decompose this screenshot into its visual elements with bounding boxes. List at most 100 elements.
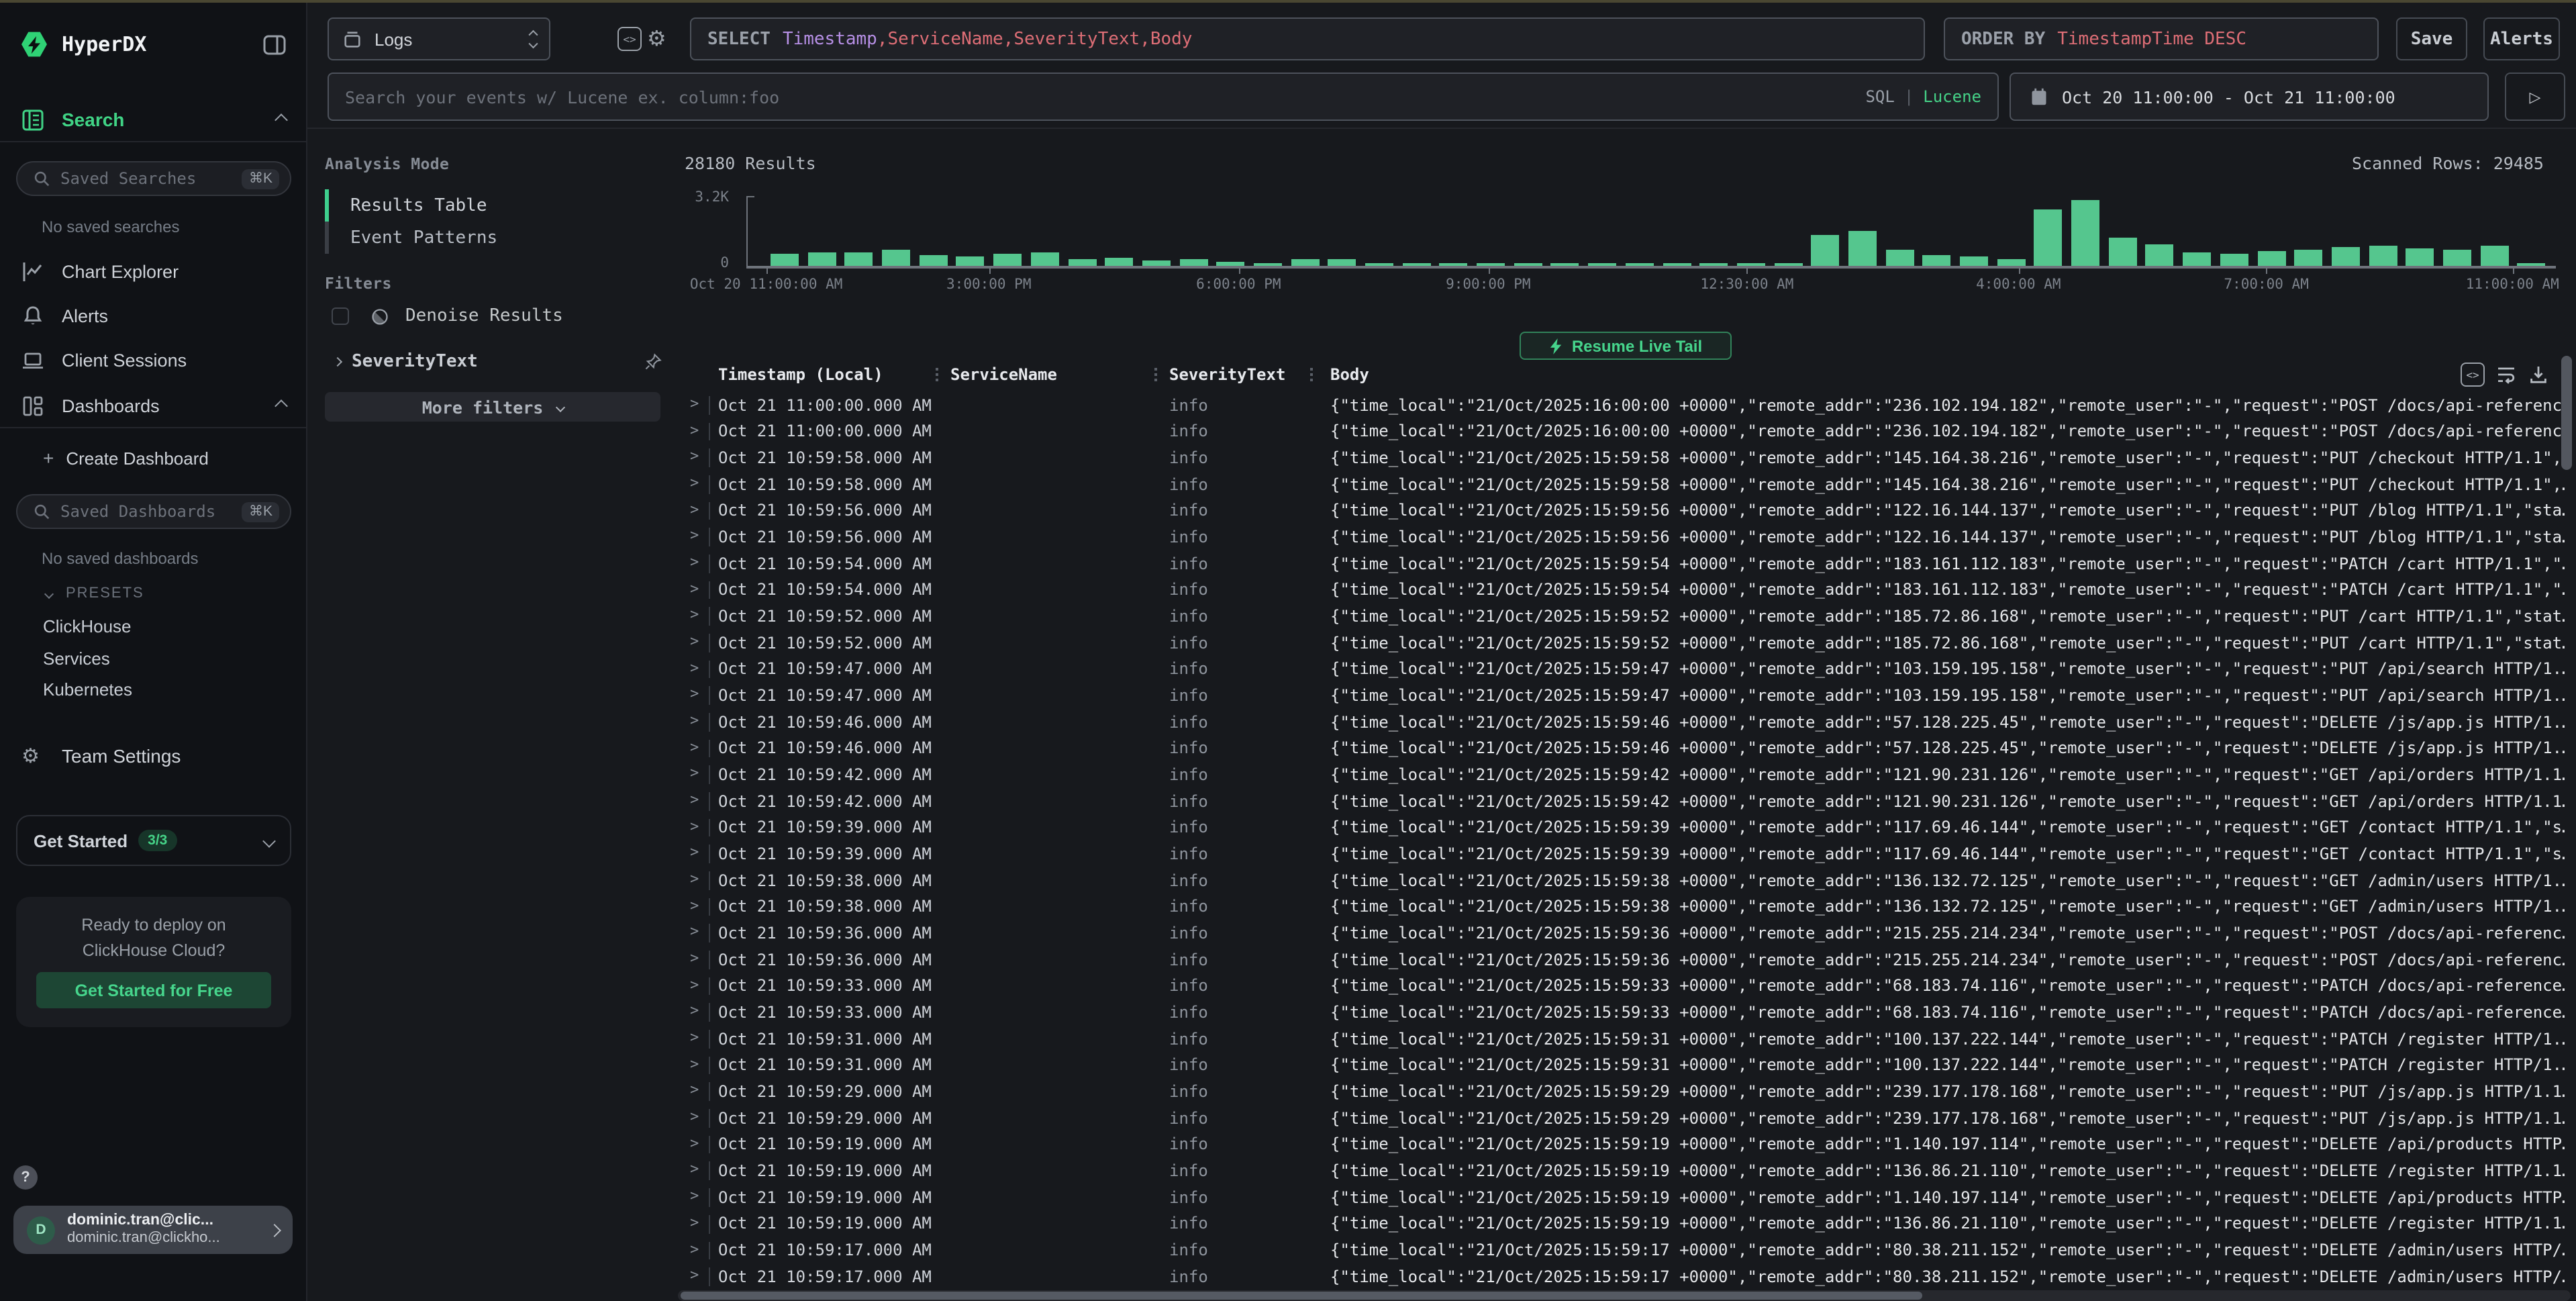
histogram-bar[interactable] xyxy=(1105,258,1133,266)
log-row[interactable]: >Oct 21 10:59:39.000 AMinfo{"time_local"… xyxy=(307,815,2576,841)
date-range-picker[interactable]: Oct 20 11:00:00 - Oct 21 11:00:00 xyxy=(2010,73,2489,121)
log-row[interactable]: >Oct 21 10:59:17.000 AMinfo{"time_local"… xyxy=(307,1263,2576,1290)
row-expand-icon[interactable]: > xyxy=(690,659,699,676)
histogram-bar[interactable] xyxy=(1291,259,1319,266)
source-select[interactable]: Logs xyxy=(328,17,550,60)
alerts-button[interactable]: Alerts xyxy=(2483,17,2560,60)
row-expand-icon[interactable]: > xyxy=(690,685,699,703)
column-resize-handle[interactable] xyxy=(1154,368,1157,383)
resume-live-tail-button[interactable]: Resume Live Tail xyxy=(1520,332,1732,360)
log-row[interactable]: >Oct 21 10:59:38.000 AMinfo{"time_local"… xyxy=(307,867,2576,894)
histogram-bar[interactable] xyxy=(2332,247,2360,266)
orderby-input[interactable]: ORDER BY TimestampTime DESC xyxy=(1944,17,2379,60)
log-row[interactable]: >Oct 21 10:59:31.000 AMinfo{"time_local"… xyxy=(307,1053,2576,1079)
row-expand-icon[interactable]: > xyxy=(690,949,699,967)
user-menu[interactable]: D dominic.tran@clic... dominic.tran@clic… xyxy=(13,1206,293,1254)
histogram-bar[interactable] xyxy=(2220,253,2248,266)
row-expand-icon[interactable]: > xyxy=(690,870,699,887)
histogram-bar[interactable] xyxy=(1031,252,1059,266)
get-started-free-button[interactable]: Get Started for Free xyxy=(36,972,271,1008)
histogram-bar[interactable] xyxy=(2257,251,2285,266)
log-row[interactable]: >Oct 21 10:59:58.000 AMinfo{"time_local"… xyxy=(307,471,2576,497)
log-row[interactable]: >Oct 21 10:59:54.000 AMinfo{"time_local"… xyxy=(307,577,2576,603)
row-expand-icon[interactable]: > xyxy=(690,1055,699,1073)
histogram-bar[interactable] xyxy=(1812,235,1840,266)
language-toggle[interactable]: SQL | Lucene xyxy=(1865,87,1981,106)
sidebar-item-chart-explorer[interactable]: Chart Explorer xyxy=(0,256,307,286)
histogram-bar[interactable] xyxy=(1885,249,1914,266)
histogram-bar[interactable] xyxy=(2109,238,2137,266)
row-expand-icon[interactable]: > xyxy=(690,579,699,597)
histogram-bar[interactable] xyxy=(1068,258,1096,266)
denoise-filter[interactable]: Denoise Results xyxy=(332,306,563,326)
histogram-bar[interactable] xyxy=(845,252,873,266)
row-expand-icon[interactable]: > xyxy=(690,712,699,729)
histogram-bar[interactable] xyxy=(1588,263,1616,266)
histogram-bar[interactable] xyxy=(1699,263,1728,266)
row-expand-icon[interactable]: > xyxy=(690,1266,699,1284)
histogram-bar[interactable] xyxy=(1960,257,1988,266)
saved-dashboards-input[interactable]: Saved Dashboards ⌘K xyxy=(16,494,291,529)
histogram-bar[interactable] xyxy=(2369,246,2397,266)
log-row[interactable]: >Oct 21 10:59:36.000 AMinfo{"time_local"… xyxy=(307,920,2576,947)
histogram-bar[interactable] xyxy=(956,256,985,266)
log-row[interactable]: >Oct 21 10:59:33.000 AMinfo{"time_local"… xyxy=(307,1000,2576,1026)
histogram-bar[interactable] xyxy=(882,250,910,266)
preset-item-clickhouse[interactable]: ClickHouse xyxy=(0,616,307,636)
gear-icon[interactable]: ⚙ xyxy=(647,26,666,51)
row-expand-icon[interactable]: > xyxy=(690,1135,699,1152)
histogram-bar[interactable] xyxy=(771,254,799,266)
log-row[interactable]: >Oct 21 10:59:31.000 AMinfo{"time_local"… xyxy=(307,1026,2576,1052)
histogram-bar[interactable] xyxy=(1848,231,1877,266)
histogram-bar[interactable] xyxy=(1217,261,1245,266)
code-toggle-icon[interactable]: <> xyxy=(617,27,642,51)
log-row[interactable]: >Oct 21 11:00:00.000 AMinfo{"time_local"… xyxy=(307,418,2576,444)
histogram-bar[interactable] xyxy=(1663,263,1691,266)
lang-lucene[interactable]: Lucene xyxy=(1923,87,1981,106)
vertical-scrollbar-thumb[interactable] xyxy=(2561,356,2572,470)
col-header-body[interactable]: Body xyxy=(1330,365,1369,384)
row-expand-icon[interactable]: > xyxy=(690,448,699,465)
sidebar-item-alerts[interactable]: Alerts xyxy=(0,301,307,330)
log-row[interactable]: >Oct 21 10:59:42.000 AMinfo{"time_local"… xyxy=(307,762,2576,788)
log-row[interactable]: >Oct 21 10:59:19.000 AMinfo{"time_local"… xyxy=(307,1158,2576,1184)
histogram-bar[interactable] xyxy=(2034,209,2063,266)
mode-results-table[interactable]: Results Table xyxy=(350,196,487,216)
row-expand-icon[interactable]: > xyxy=(690,527,699,544)
log-row[interactable]: >Oct 21 10:59:52.000 AMinfo{"time_local"… xyxy=(307,604,2576,630)
histogram-bar[interactable] xyxy=(1514,263,1542,266)
create-dashboard-button[interactable]: + Create Dashboard xyxy=(0,443,307,473)
log-row[interactable]: >Oct 21 10:59:19.000 AMinfo{"time_local"… xyxy=(307,1211,2576,1237)
histogram-bar[interactable] xyxy=(807,252,836,266)
log-row[interactable]: >Oct 21 10:59:46.000 AMinfo{"time_local"… xyxy=(307,735,2576,761)
presets-toggle[interactable]: PRESETS xyxy=(0,584,307,603)
histogram-bar[interactable] xyxy=(2183,253,2211,266)
event-search-input[interactable]: Search your events w/ Lucene ex. column:… xyxy=(328,73,1999,121)
log-row[interactable]: >Oct 21 10:59:56.000 AMinfo{"time_local"… xyxy=(307,497,2576,524)
column-resize-handle[interactable] xyxy=(936,368,938,383)
row-expand-icon[interactable]: > xyxy=(690,632,699,650)
log-row[interactable]: >Oct 21 10:59:42.000 AMinfo{"time_local"… xyxy=(307,788,2576,814)
help-button[interactable]: ? xyxy=(13,1165,38,1190)
mode-event-patterns[interactable]: Event Patterns xyxy=(350,228,497,248)
sidebar-item-team-settings[interactable]: ⚙ Team Settings xyxy=(0,741,307,771)
results-histogram[interactable] xyxy=(771,197,2556,266)
column-resize-handle[interactable] xyxy=(1310,368,1313,383)
row-expand-icon[interactable]: > xyxy=(690,1214,699,1231)
col-header-severitytext[interactable]: SeverityText xyxy=(1169,365,1285,384)
histogram-bar[interactable] xyxy=(1402,263,1430,266)
row-expand-icon[interactable]: > xyxy=(690,1002,699,1020)
log-row[interactable]: >Oct 21 10:59:33.000 AMinfo{"time_local"… xyxy=(307,973,2576,1000)
row-expand-icon[interactable]: > xyxy=(690,474,699,491)
row-expand-icon[interactable]: > xyxy=(690,500,699,518)
histogram-bar[interactable] xyxy=(1477,263,1505,266)
saved-searches-input[interactable]: Saved Searches ⌘K xyxy=(16,161,291,196)
wrap-text-icon[interactable] xyxy=(2495,364,2517,385)
histogram-bar[interactable] xyxy=(1737,263,1765,266)
row-expand-icon[interactable]: > xyxy=(690,791,699,808)
row-expand-icon[interactable]: > xyxy=(690,738,699,755)
sidebar-item-client-sessions[interactable]: Client Sessions xyxy=(0,345,307,375)
row-expand-icon[interactable]: > xyxy=(690,1081,699,1099)
log-row[interactable]: >Oct 21 10:59:54.000 AMinfo{"time_local"… xyxy=(307,550,2576,577)
row-expand-icon[interactable]: > xyxy=(690,1240,699,1257)
